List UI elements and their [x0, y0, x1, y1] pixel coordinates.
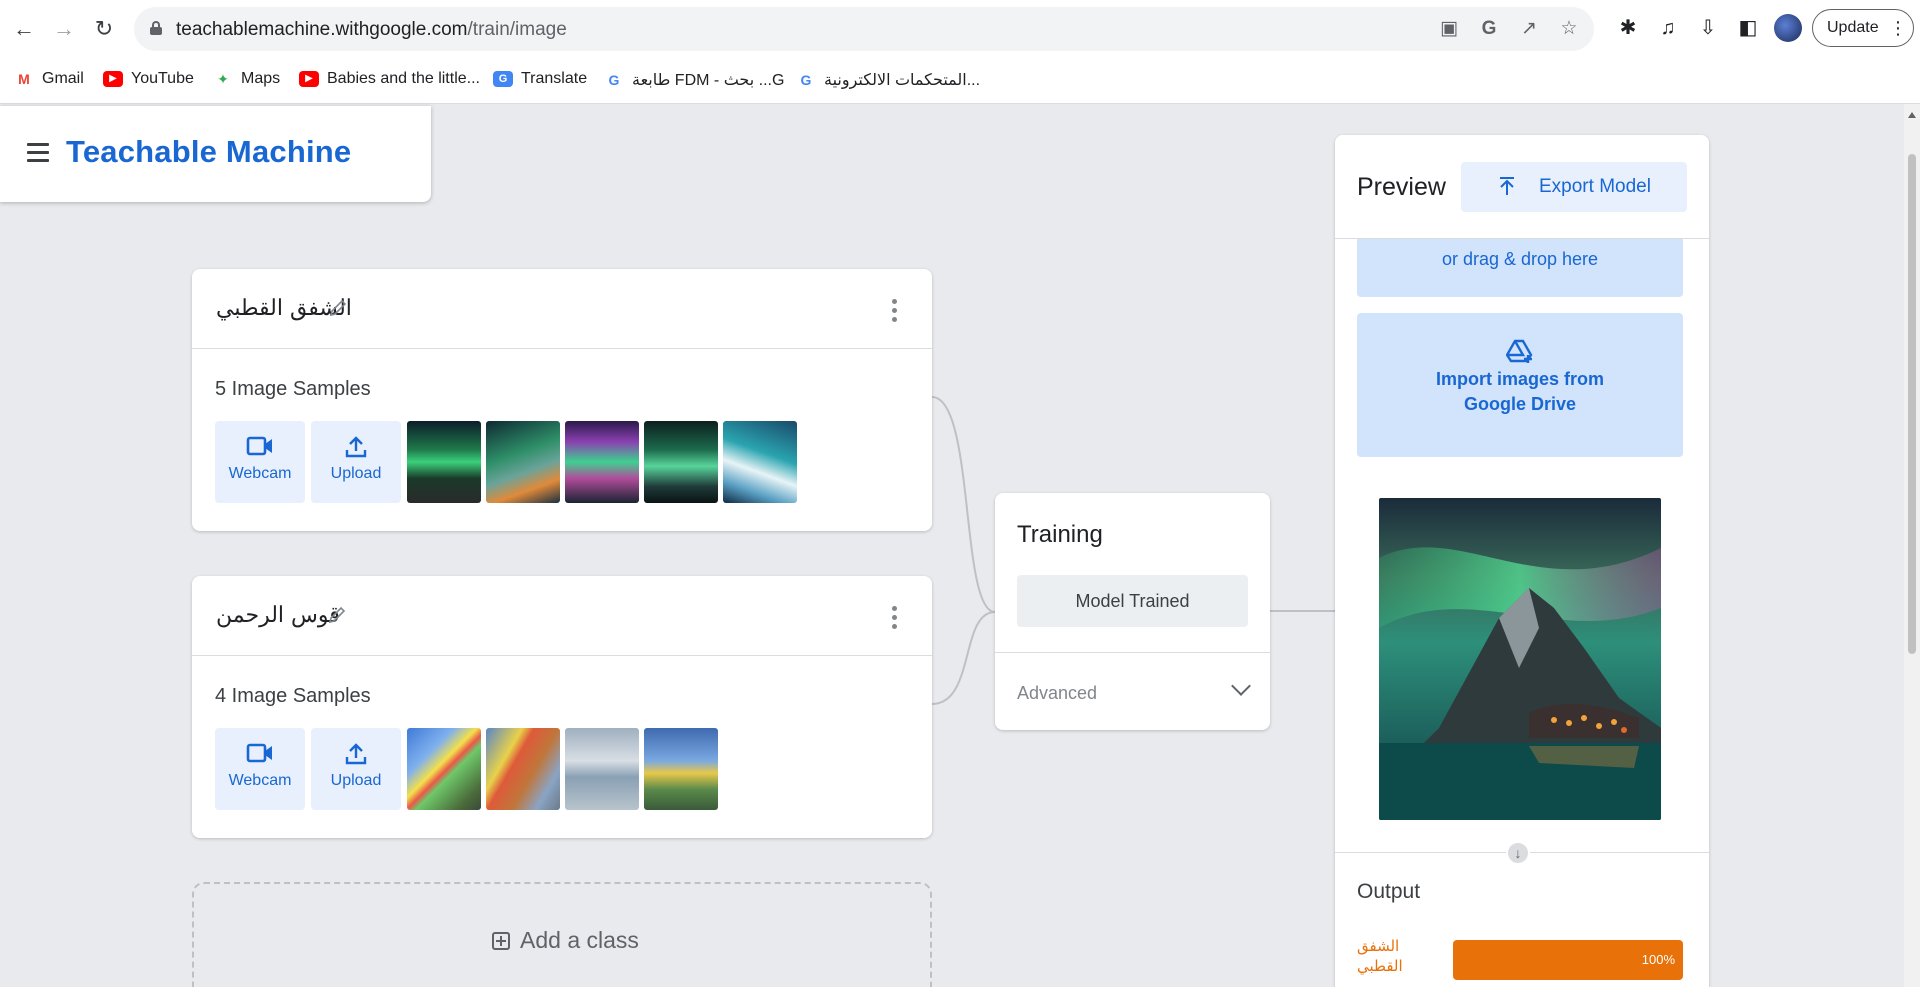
preview-image — [1379, 498, 1661, 820]
advanced-toggle[interactable]: Advanced — [1017, 683, 1097, 704]
sample-thumbnail[interactable] — [644, 421, 718, 503]
sample-thumbnail[interactable] — [407, 421, 481, 503]
edit-pencil-icon[interactable] — [327, 297, 349, 319]
scroll-up-arrow-icon[interactable] — [1908, 112, 1916, 118]
menu-icon[interactable] — [27, 143, 49, 167]
samples-count: 5 Image Samples — [215, 378, 371, 400]
preview-header: Preview Export Model — [1335, 135, 1709, 239]
webcam-icon — [246, 743, 272, 763]
class-card-aurora: الشفق القطبي 5 Image Samples Webcam Uplo… — [192, 269, 932, 531]
class-options-icon[interactable] — [892, 299, 898, 326]
output-class-label: الشفق القطبي — [1357, 938, 1403, 975]
class-name[interactable]: قوس الرحمن — [216, 603, 340, 628]
sample-thumbnail[interactable] — [644, 728, 718, 810]
class-card-header: الشفق القطبي — [192, 269, 932, 349]
drop-zone[interactable]: or drag & drop here — [1357, 239, 1683, 297]
app-title[interactable]: Teachable Machine — [66, 134, 351, 170]
chevron-down-icon[interactable] — [1231, 676, 1251, 696]
webcam-label: Webcam — [228, 772, 292, 789]
upload-icon — [345, 436, 367, 458]
upload-label: Upload — [330, 465, 382, 482]
sample-thumbnail[interactable] — [723, 421, 797, 503]
upload-label: Upload — [330, 772, 382, 789]
webcam-button[interactable]: Webcam — [215, 421, 305, 503]
samples-count: 4 Image Samples — [215, 685, 371, 707]
drive-label-line1: Import images from — [1435, 369, 1605, 389]
upload-button[interactable]: Upload — [311, 421, 401, 503]
webcam-button[interactable]: Webcam — [215, 728, 305, 810]
add-class-button[interactable]: Add a class — [192, 882, 932, 987]
class-options-icon[interactable] — [892, 606, 898, 633]
sample-thumbnail[interactable] — [565, 728, 639, 810]
scrollbar[interactable] — [1904, 104, 1920, 987]
drive-label-line2: Google Drive — [1463, 394, 1577, 414]
add-box-icon — [492, 931, 510, 950]
google-drive-import-button[interactable]: Import images from Google Drive — [1357, 313, 1683, 457]
webcam-label: Webcam — [228, 465, 292, 482]
training-panel: Training Model Trained Advanced — [995, 493, 1270, 730]
class-card-header: قوس الرحمن — [192, 576, 932, 656]
app-header: Teachable Machine — [0, 106, 431, 202]
export-model-button[interactable]: Export Model — [1461, 162, 1687, 212]
confidence-bar: 100% — [1453, 940, 1683, 980]
training-title: Training — [1017, 521, 1103, 548]
class-card-rainbow: قوس الرحمن 4 Image Samples Webcam Upload — [192, 576, 932, 838]
preview-panel: or drag & drop here Import images from G… — [1335, 135, 1709, 987]
webcam-icon — [246, 436, 272, 456]
preview-title: Preview — [1357, 173, 1446, 201]
export-model-label: Export Model — [1539, 176, 1651, 197]
upload-icon — [345, 743, 367, 765]
confidence-percent: 100% — [1641, 952, 1675, 967]
model-trained-button[interactable]: Model Trained — [1017, 575, 1248, 627]
google-drive-add-icon — [1505, 339, 1534, 363]
sample-thumbnail[interactable] — [565, 421, 639, 503]
divider — [995, 652, 1270, 653]
edit-pencil-icon[interactable] — [326, 604, 348, 626]
sample-thumbnail[interactable] — [486, 728, 560, 810]
export-upload-icon — [1500, 177, 1514, 195]
output-title: Output — [1357, 880, 1421, 903]
drop-zone-label: or drag & drop here — [1441, 249, 1599, 269]
upload-button[interactable]: Upload — [311, 728, 401, 810]
add-class-label: Add a class — [520, 927, 639, 953]
scroll-thumb[interactable] — [1908, 154, 1916, 654]
sample-thumbnail[interactable] — [407, 728, 481, 810]
sample-thumbnail[interactable] — [486, 421, 560, 503]
arrow-down-icon: ↓ — [1506, 841, 1530, 865]
